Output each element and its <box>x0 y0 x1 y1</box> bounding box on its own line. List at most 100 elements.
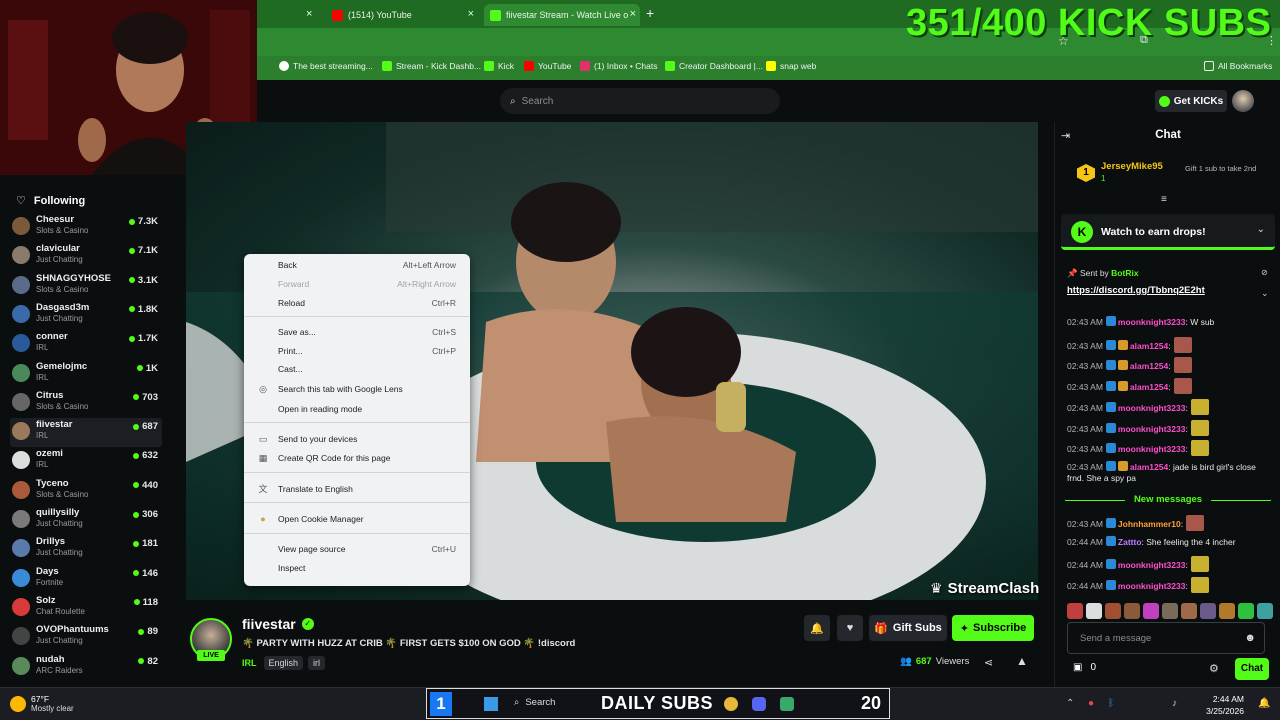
close-tab-icon[interactable]: × <box>468 8 474 20</box>
sidebar-channel[interactable]: Gemelojmc IRL 1K <box>10 360 162 389</box>
sidebar-channel[interactable]: SHNAGGYHOSE Slots & Casino 3.1K <box>10 272 162 301</box>
sidebar-channel[interactable]: Cheesur Slots & Casino 7.3K <box>10 213 162 242</box>
category-link[interactable]: IRL <box>242 658 257 668</box>
message-user[interactable]: moonknight3233 <box>1118 560 1186 570</box>
menu-item-back[interactable]: Back Alt+Left Arrow <box>244 256 470 274</box>
subscribe-button[interactable]: ✦ Subscribe <box>952 615 1034 641</box>
menu-item-reload[interactable]: Reload Ctrl+R <box>244 294 470 312</box>
menu-item-view-source[interactable]: View page source Ctrl+U <box>244 540 470 558</box>
close-tab-icon[interactable]: × <box>630 8 636 20</box>
taskbar-search[interactable]: ⌕ Search <box>514 697 555 708</box>
menu-item-send-devices[interactable]: ▭ Send to your devices <box>244 430 470 448</box>
share-icon[interactable]: ⋖ <box>984 656 993 669</box>
all-bookmarks[interactable]: All Bookmarks <box>1204 61 1272 71</box>
message-user[interactable]: moonknight3233 <box>1118 444 1186 454</box>
message-user[interactable]: moonknight3233 <box>1118 424 1186 434</box>
avatar[interactable] <box>1232 90 1254 112</box>
sidebar-channel[interactable]: ozemi IRL 632 <box>10 447 162 476</box>
speaker-icon[interactable]: ♪ <box>1172 698 1177 709</box>
shield-icon[interactable]: ● <box>1088 698 1094 709</box>
emote-icon[interactable] <box>1086 603 1102 619</box>
tab-fiivestar[interactable]: fiivestar Stream - Watch Live o × <box>484 4 640 26</box>
sidebar-channel[interactable]: Citrus Slots & Casino 703 <box>10 389 162 418</box>
bookmark-youtube[interactable]: YouTube <box>524 61 571 71</box>
emote-icon[interactable] <box>1067 603 1083 619</box>
emote-icon[interactable] <box>1181 603 1197 619</box>
pinned-sender-name[interactable]: BotRix <box>1111 268 1138 278</box>
menu-item-google-lens[interactable]: ◎ Search this tab with Google Lens <box>244 380 470 398</box>
sidebar-channel[interactable]: clavicular Just Chatting 7.1K <box>10 242 162 271</box>
gift-action[interactable]: Gift 1 sub to take 2nd <box>1185 164 1275 173</box>
gift-subs-button[interactable]: 🎁 Gift Subs <box>869 615 947 641</box>
message-user[interactable]: Zattto <box>1118 537 1142 547</box>
bluetooth-icon[interactable]: ᛒ <box>1108 698 1114 709</box>
kicks-balance[interactable]: ▣ 0 <box>1073 662 1096 673</box>
sidebar-channel[interactable]: Drillys Just Chatting 181 <box>10 535 162 564</box>
emote-icon[interactable] <box>1143 603 1159 619</box>
chrome-icon[interactable] <box>724 697 738 711</box>
message-user[interactable]: moonknight3233 <box>1118 317 1186 327</box>
tag-irl[interactable]: irl <box>308 656 326 670</box>
system-clock[interactable]: 2:44 AM 3/25/2026 <box>1194 693 1244 717</box>
top-gifter-user[interactable]: JerseyMike95 <box>1101 161 1163 172</box>
menu-item-inspect[interactable]: Inspect <box>244 559 470 577</box>
chevron-down-icon[interactable]: ⌄ <box>1261 288 1269 299</box>
sidebar-channel[interactable]: conner IRL 1.7K <box>10 330 162 359</box>
sidebar-channel[interactable]: Days Fortnite 146 <box>10 565 162 594</box>
menu-item-cast[interactable]: Cast... <box>244 360 470 378</box>
follow-button[interactable]: ♥ <box>837 615 863 641</box>
get-kicks-button[interactable]: Get KICKs <box>1155 90 1227 112</box>
menu-item-print[interactable]: Print... Ctrl+P <box>244 342 470 360</box>
bookmark-inbox[interactable]: (1) Inbox • Chats <box>580 61 657 71</box>
bookmark-kick[interactable]: Kick <box>484 61 514 71</box>
discord-link[interactable]: https://discord.gg/Tbbnq2E2ht <box>1067 285 1205 296</box>
emote-icon[interactable] <box>1238 603 1254 619</box>
chevron-up-icon[interactable]: ⌃ <box>1066 698 1074 709</box>
drops-banner[interactable]: K Watch to earn drops! ⌄ <box>1061 214 1275 250</box>
new-tab-button[interactable]: + <box>646 5 654 21</box>
menu-item-cookie-manager[interactable]: ● Open Cookie Manager <box>244 510 470 528</box>
unpin-icon[interactable]: ⊘ <box>1261 268 1268 277</box>
emote-icon[interactable] <box>1105 603 1121 619</box>
chat-message-input[interactable]: Send a message ☻ <box>1067 622 1265 654</box>
message-user[interactable]: alam1254 <box>1130 382 1168 392</box>
emote-icon[interactable] <box>1219 603 1235 619</box>
gear-icon[interactable]: ⚙ <box>1209 662 1219 675</box>
message-user[interactable]: Johnhammer10 <box>1118 519 1181 529</box>
emote-icon[interactable] <box>1257 603 1273 619</box>
bookmark-streaming[interactable]: The best streaming... <box>279 61 373 71</box>
message-user[interactable]: alam1254 <box>1130 462 1168 472</box>
close-tab-icon[interactable]: × <box>306 8 312 20</box>
send-chat-button[interactable]: Chat <box>1235 658 1269 680</box>
search-input[interactable]: ⌕ Search <box>500 88 780 114</box>
sidebar-channel[interactable]: Solz Chat Roulette 118 <box>10 594 162 623</box>
report-icon[interactable]: ▲ <box>1016 654 1028 668</box>
windows-start-icon[interactable] <box>484 697 498 711</box>
sidebar-channel[interactable]: Tyceno Slots & Casino 440 <box>10 477 162 506</box>
emoji-icon[interactable]: ☻ <box>1244 632 1256 644</box>
message-user[interactable]: moonknight3233 <box>1118 581 1186 591</box>
sidebar-channel[interactable]: fiivestar IRL 687 <box>10 418 162 448</box>
sidebar-channel[interactable]: quillysilly Just Chatting 306 <box>10 506 162 535</box>
emote-icon[interactable] <box>1200 603 1216 619</box>
menu-item-qr-code[interactable]: ▦ Create QR Code for this page <box>244 449 470 467</box>
message-user[interactable]: alam1254 <box>1130 361 1168 371</box>
chevron-down-icon[interactable]: ⌄ <box>1257 224 1265 235</box>
emote-icon[interactable] <box>1162 603 1178 619</box>
notification-bell-button[interactable]: 🔔 <box>804 615 830 641</box>
bookmark-snap[interactable]: snap web <box>766 61 816 71</box>
discord-icon[interactable] <box>752 697 766 711</box>
emote-icon[interactable] <box>1124 603 1140 619</box>
app-icon[interactable] <box>780 697 794 711</box>
sidebar-channel[interactable]: OVOPhantuums Just Chatting 89 <box>10 623 162 652</box>
bookmark-creator-dashboard[interactable]: Creator Dashboard |... <box>665 61 763 71</box>
weather-widget[interactable]: 67°F Mostly clear <box>10 694 74 713</box>
tab-youtube[interactable]: (1514) YouTube × <box>326 4 478 26</box>
notification-icon[interactable]: 🔔 <box>1258 698 1270 709</box>
sidebar-channel[interactable]: nudah ARC Raiders 82 <box>10 653 162 682</box>
sidebar-channel[interactable]: Dasgasd3m Just Chatting 1.8K <box>10 301 162 330</box>
message-user[interactable]: moonknight3233 <box>1118 403 1186 413</box>
bookmark-kick-dashboard[interactable]: Stream - Kick Dashb... <box>382 61 481 71</box>
tag-language[interactable]: English <box>263 656 304 670</box>
message-user[interactable]: alam1254 <box>1130 341 1168 351</box>
